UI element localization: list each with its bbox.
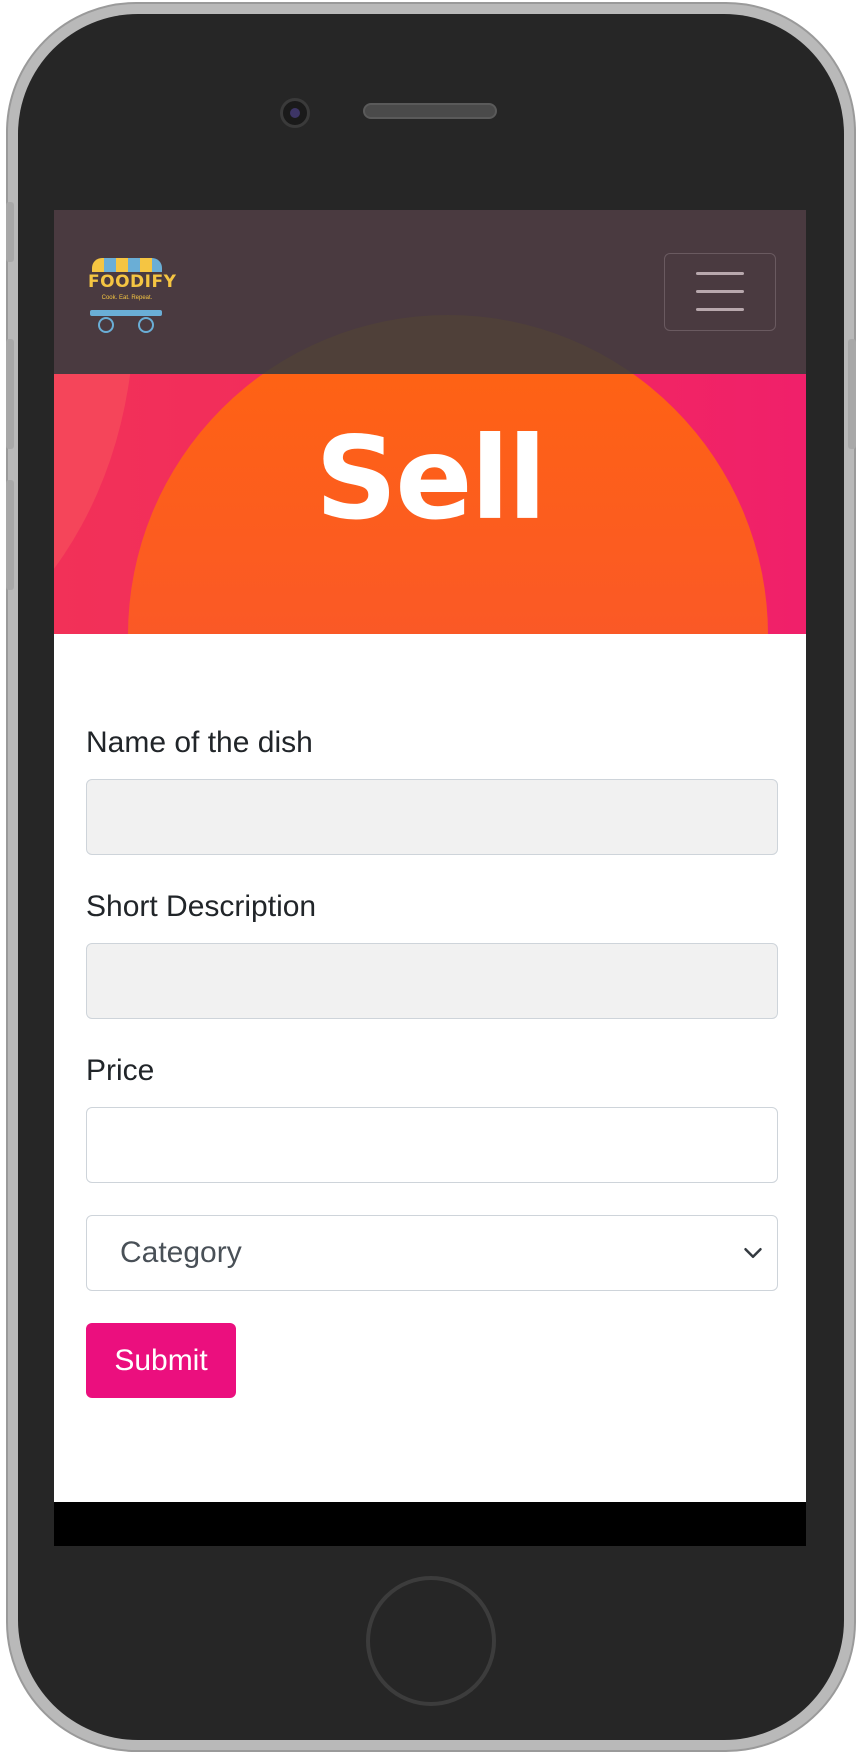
brand-tagline: Cook. Eat. Repeat. — [101, 295, 153, 301]
hamburger-icon — [696, 272, 744, 275]
footer — [54, 1502, 806, 1546]
power-button — [848, 339, 856, 449]
screen: FOODIFY Cook. Eat. Repeat. Sell Name of … — [54, 210, 806, 1546]
price-label: Price — [86, 1054, 155, 1087]
page-title: Sell — [315, 412, 547, 545]
volume-up-button — [6, 339, 14, 449]
category-select[interactable]: Category — [86, 1215, 778, 1291]
hamburger-icon — [696, 290, 744, 293]
volume-down-button — [6, 480, 14, 590]
wheel-icon — [98, 317, 114, 333]
brand-name: FOODIFY — [88, 272, 177, 292]
brand-logo[interactable]: FOODIFY Cook. Eat. Repeat. — [88, 258, 177, 334]
speaker-grille — [363, 103, 497, 119]
mute-switch — [6, 202, 14, 262]
cart-icon — [90, 310, 162, 316]
sell-form: Name of the dish Short Description Price… — [86, 725, 778, 1398]
front-camera-icon — [280, 98, 310, 128]
hamburger-icon — [696, 308, 744, 311]
chevron-down-icon — [744, 1248, 762, 1258]
submit-button[interactable]: Submit — [86, 1323, 236, 1398]
category-selected-value: Category — [120, 1236, 242, 1269]
wheel-icon — [138, 317, 154, 333]
awning-icon — [92, 258, 162, 272]
menu-toggle-button[interactable] — [664, 253, 776, 331]
description-input[interactable] — [86, 943, 778, 1019]
dish-name-input[interactable] — [86, 779, 778, 855]
description-label: Short Description — [86, 890, 317, 923]
hero-banner: Sell — [54, 374, 806, 634]
home-button[interactable] — [366, 1576, 496, 1706]
price-input[interactable] — [86, 1107, 778, 1183]
dish-name-label: Name of the dish — [86, 726, 313, 759]
navbar: FOODIFY Cook. Eat. Repeat. — [54, 210, 806, 374]
